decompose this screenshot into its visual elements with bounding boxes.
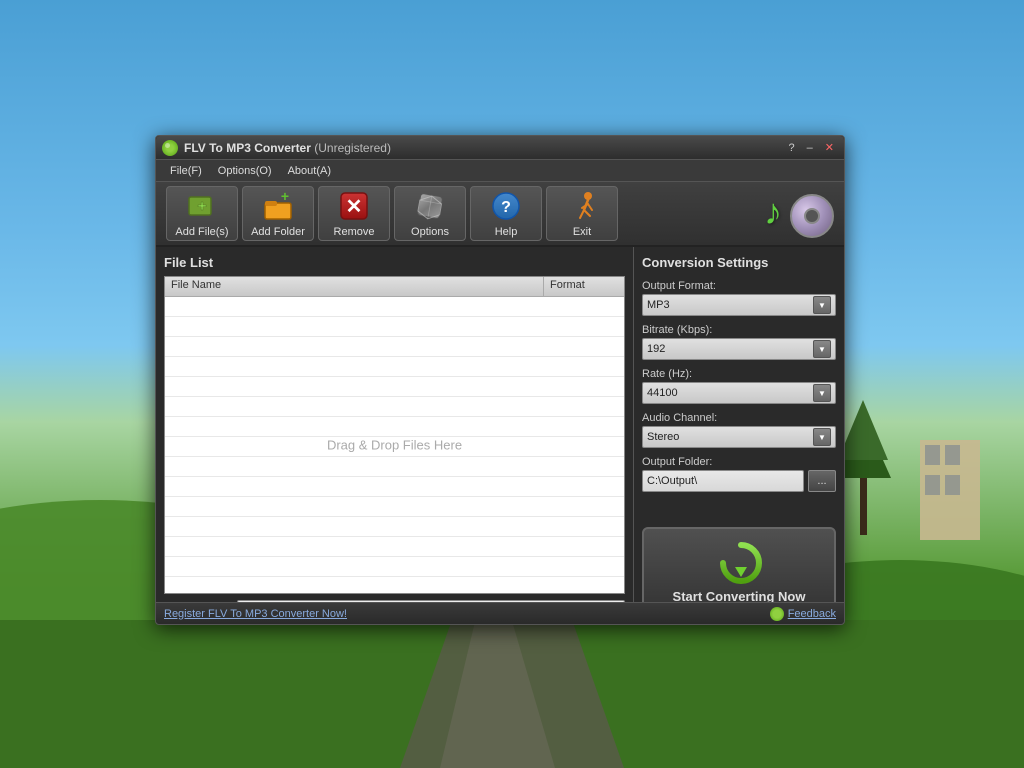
options-button[interactable]: Options bbox=[394, 186, 466, 241]
add-folder-button[interactable]: + Add Folder bbox=[242, 186, 314, 241]
exit-label: Exit bbox=[573, 226, 591, 238]
output-format-select[interactable]: MP3 ▼ bbox=[642, 294, 836, 316]
exit-button[interactable]: Exit bbox=[546, 186, 618, 241]
music-note-icon: ♪ bbox=[764, 191, 782, 233]
output-format-value: MP3 bbox=[647, 299, 813, 311]
exit-icon bbox=[566, 190, 598, 222]
disc-icon bbox=[790, 194, 834, 238]
help-label: Help bbox=[495, 226, 518, 238]
main-content: File List File Name Format Drag & Drop F… bbox=[156, 247, 844, 624]
output-folder-label: Output Folder: bbox=[642, 456, 836, 468]
output-format-label: Output Format: bbox=[642, 280, 836, 292]
help-icon: ? bbox=[490, 190, 522, 222]
register-link[interactable]: Register FLV To MP3 Converter Now! bbox=[164, 608, 347, 620]
help-toolbar-button[interactable]: ? Help bbox=[470, 186, 542, 241]
add-files-icon: + bbox=[186, 190, 218, 222]
output-folder-group: Output Folder: C:\Output\ ... bbox=[642, 456, 836, 492]
file-table-header: File Name Format bbox=[165, 277, 624, 297]
output-folder-input[interactable]: C:\Output\ bbox=[642, 470, 804, 492]
svg-text:+: + bbox=[197, 198, 206, 215]
file-list-panel: File List File Name Format Drag & Drop F… bbox=[156, 247, 634, 624]
menu-options[interactable]: Options(O) bbox=[210, 163, 280, 179]
help-button[interactable]: ? bbox=[785, 141, 799, 155]
drop-hint: Drag & Drop Files Here bbox=[327, 438, 462, 453]
remove-icon: ✕ bbox=[338, 190, 370, 222]
svg-text:✕: ✕ bbox=[346, 196, 363, 218]
bitrate-select[interactable]: 192 ▼ bbox=[642, 338, 836, 360]
remove-label: Remove bbox=[334, 226, 375, 238]
audio-channel-arrow: ▼ bbox=[813, 428, 831, 446]
app-window: FLV To MP3 Converter (Unregistered) ? – … bbox=[155, 135, 845, 625]
menu-bar: File(F) Options(O) About(A) bbox=[156, 160, 844, 182]
audio-channel-group: Audio Channel: Stereo ▼ bbox=[642, 412, 836, 448]
window-title: FLV To MP3 Converter (Unregistered) bbox=[184, 141, 785, 155]
bitrate-label: Bitrate (Kbps): bbox=[642, 324, 836, 336]
output-format-group: Output Format: MP3 ▼ bbox=[642, 280, 836, 316]
convert-icon bbox=[717, 539, 761, 583]
output-format-arrow: ▼ bbox=[813, 296, 831, 314]
svg-text:?: ? bbox=[501, 199, 511, 216]
feedback-area: Feedback bbox=[770, 607, 836, 621]
settings-panel: Conversion Settings Output Format: MP3 ▼… bbox=[634, 247, 844, 624]
add-folder-label: Add Folder bbox=[251, 226, 305, 238]
file-list-title: File List bbox=[164, 255, 625, 270]
window-controls: ? – ✕ bbox=[785, 140, 838, 155]
rate-arrow: ▼ bbox=[813, 384, 831, 402]
feedback-link[interactable]: Feedback bbox=[788, 608, 836, 620]
folder-row: C:\Output\ ... bbox=[642, 470, 836, 492]
menu-about[interactable]: About(A) bbox=[280, 163, 339, 179]
bitrate-value: 192 bbox=[647, 343, 813, 355]
add-files-button[interactable]: + Add File(s) bbox=[166, 186, 238, 241]
status-bar: Register FLV To MP3 Converter Now! Feedb… bbox=[156, 602, 844, 624]
svg-text:+: + bbox=[281, 191, 289, 204]
toolbar: + Add File(s) + Add Folder bbox=[156, 182, 844, 247]
col-format-header: Format bbox=[544, 277, 624, 296]
add-folder-icon: + bbox=[262, 190, 294, 222]
app-icon bbox=[162, 140, 178, 156]
title-bar: FLV To MP3 Converter (Unregistered) ? – … bbox=[156, 136, 844, 160]
logo: ♪ bbox=[764, 186, 834, 241]
bitrate-group: Bitrate (Kbps): 192 ▼ bbox=[642, 324, 836, 360]
audio-channel-value: Stereo bbox=[647, 431, 813, 443]
settings-title: Conversion Settings bbox=[642, 255, 836, 270]
feedback-icon bbox=[770, 607, 784, 621]
rate-label: Rate (Hz): bbox=[642, 368, 836, 380]
add-files-label: Add File(s) bbox=[175, 226, 228, 238]
menu-file[interactable]: File(F) bbox=[162, 163, 210, 179]
rate-value: 44100 bbox=[647, 387, 813, 399]
remove-button[interactable]: ✕ Remove bbox=[318, 186, 390, 241]
audio-channel-select[interactable]: Stereo ▼ bbox=[642, 426, 836, 448]
audio-channel-label: Audio Channel: bbox=[642, 412, 836, 424]
file-table-body[interactable]: Drag & Drop Files Here bbox=[165, 297, 624, 593]
logo-area: ♪ bbox=[622, 186, 834, 241]
options-label: Options bbox=[411, 226, 449, 238]
rate-group: Rate (Hz): 44100 ▼ bbox=[642, 368, 836, 404]
bitrate-arrow: ▼ bbox=[813, 340, 831, 358]
file-table: File Name Format Drag & Drop Files Here bbox=[164, 276, 625, 594]
col-filename-header: File Name bbox=[165, 277, 544, 296]
options-icon bbox=[414, 190, 446, 222]
minimize-button[interactable]: – bbox=[803, 141, 817, 155]
browse-button[interactable]: ... bbox=[808, 470, 836, 492]
close-button[interactable]: ✕ bbox=[821, 140, 838, 155]
rate-select[interactable]: 44100 ▼ bbox=[642, 382, 836, 404]
